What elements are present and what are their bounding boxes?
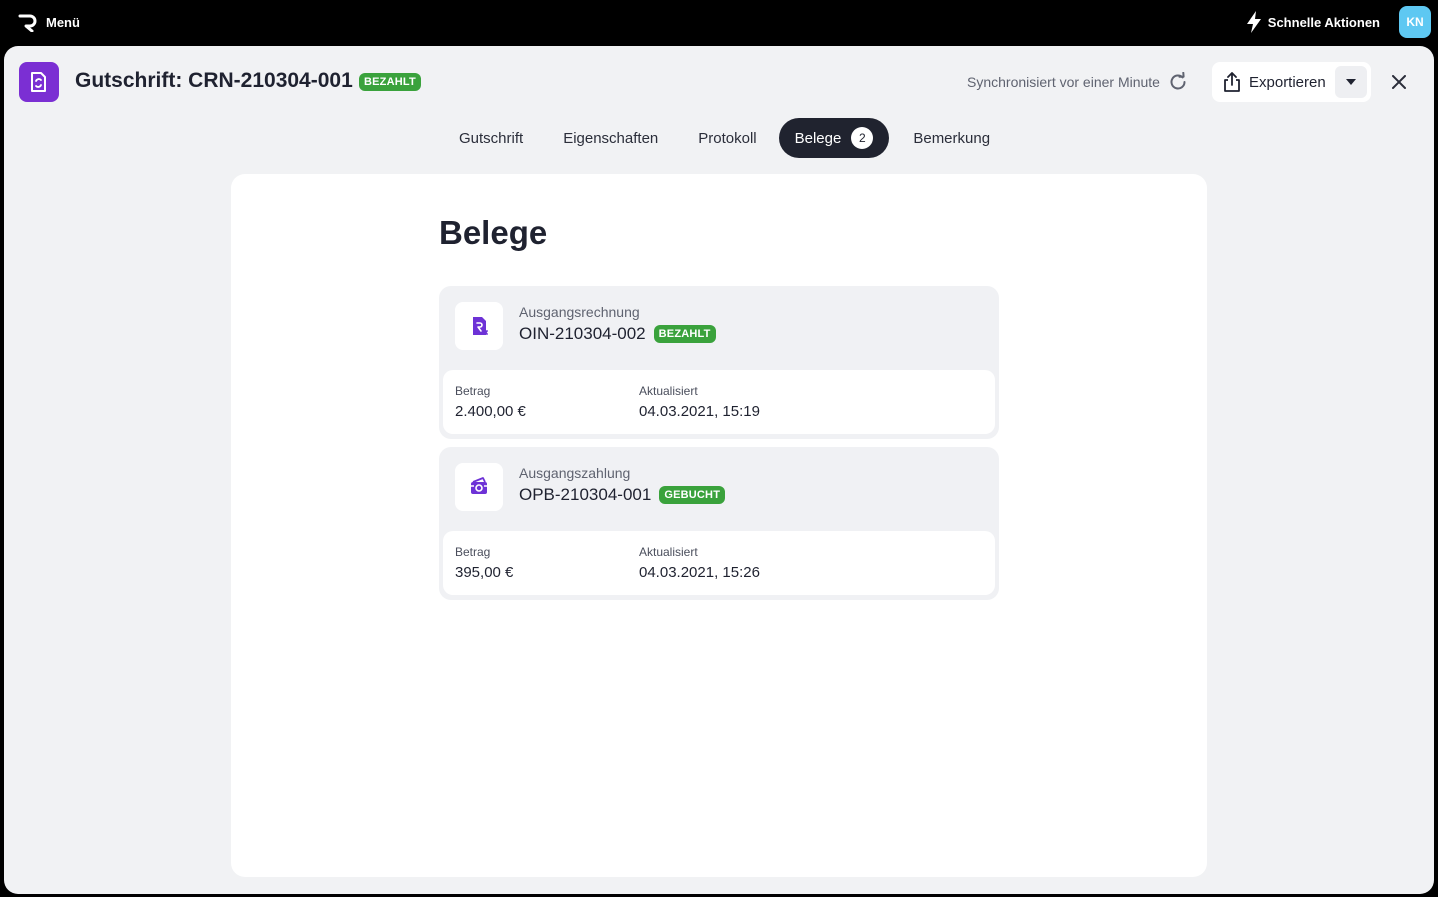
updated-label: Aktualisiert bbox=[639, 384, 698, 398]
credit-note-icon bbox=[19, 62, 59, 102]
document-panel: Gutschrift: CRN-210304-001 BEZAHLT Synch… bbox=[4, 46, 1434, 894]
tab-eigenschaften[interactable]: Eigenschaften bbox=[546, 118, 675, 158]
tab-count-badge: 2 bbox=[851, 127, 874, 149]
export-control: Exportieren bbox=[1212, 62, 1371, 102]
document-type: Ausgangszahlung bbox=[519, 465, 631, 481]
export-dropdown-button[interactable] bbox=[1335, 66, 1367, 98]
sync-text: Synchronisiert vor einer Minute bbox=[967, 74, 1160, 90]
amount-label: Betrag bbox=[455, 384, 491, 398]
tab-bar: Gutschrift Eigenschaften Protokoll Beleg… bbox=[442, 118, 1007, 158]
tab-bemerkung[interactable]: Bemerkung bbox=[896, 118, 1007, 158]
logo-icon bbox=[18, 14, 37, 32]
tab-belege[interactable]: Belege 2 bbox=[778, 118, 890, 158]
share-icon bbox=[1224, 72, 1240, 92]
updated-field: Aktualisiert 04.03.2021, 15:26 bbox=[639, 545, 760, 581]
amount-field: Betrag 2.400,00 € bbox=[455, 384, 526, 420]
document-card[interactable]: Ausgangsrechnung OIN-210304-002 BEZAHLT … bbox=[439, 286, 999, 439]
amount-field: Betrag 395,00 € bbox=[455, 545, 513, 581]
menu-button[interactable]: Menü bbox=[18, 10, 80, 34]
top-bar: Menü Schnelle Aktionen KN bbox=[0, 0, 1438, 46]
tab-label: Belege bbox=[794, 129, 842, 147]
document-number[interactable]: OPB-210304-001 bbox=[519, 485, 651, 505]
document-type: Ausgangsrechnung bbox=[519, 304, 640, 320]
user-avatar[interactable]: KN bbox=[1399, 6, 1431, 38]
caret-down-icon bbox=[1346, 79, 1356, 85]
sync-status: Synchronisiert vor einer Minute bbox=[967, 72, 1188, 92]
lightning-icon bbox=[1246, 11, 1261, 33]
close-icon bbox=[1392, 75, 1406, 89]
payment-icon bbox=[455, 463, 503, 511]
menu-label: Menü bbox=[46, 14, 80, 30]
updated-value: 04.03.2021, 15:26 bbox=[639, 564, 760, 581]
page-title: Gutschrift: CRN-210304-001 bbox=[75, 69, 353, 92]
refresh-icon[interactable] bbox=[1168, 72, 1188, 92]
export-label: Exportieren bbox=[1249, 73, 1326, 91]
amount-value: 2.400,00 € bbox=[455, 403, 526, 420]
export-button[interactable]: Exportieren bbox=[1212, 62, 1335, 102]
document-number[interactable]: OIN-210304-002 bbox=[519, 324, 646, 344]
status-badge: BEZAHLT bbox=[653, 325, 716, 343]
document-details: Betrag 395,00 € Aktualisiert 04.03.2021,… bbox=[443, 531, 995, 595]
document-number-row: OIN-210304-002 BEZAHLT bbox=[519, 324, 716, 344]
main-content: Belege Ausgangsrechnung OIN-210304-002 B… bbox=[231, 174, 1207, 877]
document-card[interactable]: Ausgangszahlung OPB-210304-001 GEBUCHT B… bbox=[439, 447, 999, 600]
updated-field: Aktualisiert 04.03.2021, 15:19 bbox=[639, 384, 760, 420]
tab-protokoll[interactable]: Protokoll bbox=[681, 118, 773, 158]
document-details: Betrag 2.400,00 € Aktualisiert 04.03.202… bbox=[443, 370, 995, 434]
status-badge: BEZAHLT bbox=[359, 73, 421, 91]
updated-label: Aktualisiert bbox=[639, 545, 698, 559]
tab-gutschrift[interactable]: Gutschrift bbox=[442, 118, 540, 158]
invoice-icon bbox=[455, 302, 503, 350]
section-title: Belege bbox=[439, 214, 548, 251]
document-number-row: OPB-210304-001 GEBUCHT bbox=[519, 485, 726, 505]
quick-actions-label: Schnelle Aktionen bbox=[1267, 14, 1380, 30]
status-badge: GEBUCHT bbox=[659, 486, 726, 504]
updated-value: 04.03.2021, 15:19 bbox=[639, 403, 760, 420]
amount-label: Betrag bbox=[455, 545, 491, 559]
amount-value: 395,00 € bbox=[455, 564, 514, 581]
close-button[interactable] bbox=[1387, 70, 1411, 94]
quick-actions-button[interactable]: Schnelle Aktionen bbox=[1246, 10, 1380, 34]
